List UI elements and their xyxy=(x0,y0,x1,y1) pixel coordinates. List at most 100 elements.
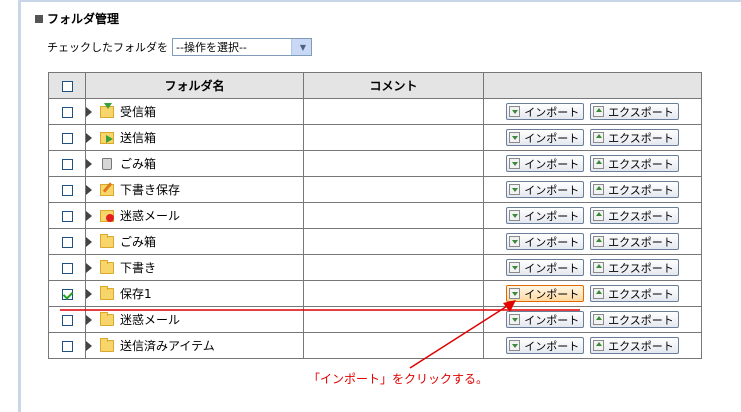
row-checkbox[interactable] xyxy=(61,184,73,196)
row-check-cell xyxy=(48,124,86,151)
folder-name[interactable]: 送信箱 xyxy=(120,129,156,146)
export-button[interactable]: エクスポート xyxy=(590,285,679,302)
folder-icon xyxy=(100,233,114,248)
chevron-down-icon[interactable]: ▼ xyxy=(291,39,311,55)
annotation-text: 「インポート」をクリックする。 xyxy=(308,372,489,386)
expand-triangle-icon[interactable] xyxy=(86,262,92,273)
left-border xyxy=(18,0,21,412)
export-button[interactable]: エクスポート xyxy=(590,337,679,354)
table-row: 迷惑メール インポート エクスポート xyxy=(48,306,702,333)
row-name-cell: 下書き xyxy=(85,254,304,281)
folder-name[interactable]: 下書き xyxy=(120,259,156,276)
folder-name[interactable]: 受信箱 xyxy=(120,103,156,120)
folder-name[interactable]: 迷惑メール xyxy=(120,207,180,224)
import-button[interactable]: インポート xyxy=(506,103,585,120)
import-icon xyxy=(509,210,521,221)
row-checkbox[interactable] xyxy=(61,262,73,274)
expand-triangle-icon[interactable] xyxy=(86,210,92,221)
expand-triangle-icon[interactable] xyxy=(86,340,92,351)
expand-triangle-icon[interactable] xyxy=(86,236,92,247)
export-button[interactable]: エクスポート xyxy=(590,233,679,250)
row-check-cell xyxy=(48,332,86,359)
row-checkbox[interactable] xyxy=(61,314,73,326)
folder-name[interactable]: ごみ箱 xyxy=(120,233,156,250)
expand-triangle-icon[interactable] xyxy=(86,184,92,195)
row-actions-cell: インポート エクスポート xyxy=(483,150,702,177)
import-button-label: インポート xyxy=(524,131,580,145)
import-button[interactable]: インポート xyxy=(506,311,585,328)
row-checkbox[interactable] xyxy=(61,340,73,352)
row-check-cell xyxy=(48,306,86,333)
expand-triangle-icon[interactable] xyxy=(86,132,92,143)
import-icon xyxy=(509,340,521,351)
import-icon xyxy=(509,184,521,195)
row-check-cell xyxy=(48,150,86,177)
import-button[interactable]: インポート xyxy=(506,259,585,276)
title-square-icon xyxy=(35,14,43,23)
trash-icon xyxy=(102,157,112,170)
bulk-action-select-value: --操作を選択-- xyxy=(176,41,247,54)
row-actions-cell: インポート エクスポート xyxy=(483,202,702,229)
bulk-action-label: チェックしたフォルダを xyxy=(47,41,168,54)
select-all-checkbox[interactable] xyxy=(61,80,73,92)
import-button-label: インポート xyxy=(524,105,580,119)
export-button[interactable]: エクスポート xyxy=(590,103,679,120)
export-icon xyxy=(593,314,605,325)
expand-triangle-icon[interactable] xyxy=(86,158,92,169)
row-comment-cell xyxy=(303,98,484,125)
export-button[interactable]: エクスポート xyxy=(590,155,679,172)
expand-triangle-icon[interactable] xyxy=(86,288,92,299)
inbox-icon xyxy=(100,102,114,118)
import-button[interactable]: インポート xyxy=(506,337,585,354)
table-row: ごみ箱 インポート エクスポート xyxy=(48,228,702,255)
import-icon xyxy=(509,158,521,169)
table-row: 迷惑メール インポート エクスポート xyxy=(48,202,702,229)
folder-name[interactable]: 迷惑メール xyxy=(120,311,180,328)
row-name-cell: ごみ箱 xyxy=(85,150,304,177)
export-button-label: エクスポート xyxy=(608,183,674,197)
import-button[interactable]: インポート xyxy=(506,233,585,250)
export-button[interactable]: エクスポート xyxy=(590,311,679,328)
import-button[interactable]: インポート xyxy=(506,285,585,302)
folder-table: フォルダ名 コメント 受信箱 インポート エクスポート 送信箱 インポート エク… xyxy=(48,72,702,359)
folder-name[interactable]: 保存1 xyxy=(120,285,152,302)
export-button-label: エクスポート xyxy=(608,339,674,353)
row-checkbox[interactable] xyxy=(61,106,73,118)
row-check-cell xyxy=(48,202,86,229)
row-name-cell: 保存1 xyxy=(85,280,304,307)
draft-icon xyxy=(100,183,114,196)
row-checkbox[interactable] xyxy=(61,236,73,248)
import-button[interactable]: インポート xyxy=(506,207,585,224)
folder-name[interactable]: ごみ箱 xyxy=(120,155,156,172)
import-button[interactable]: インポート xyxy=(506,129,585,146)
export-button[interactable]: エクスポート xyxy=(590,181,679,198)
export-button[interactable]: エクスポート xyxy=(590,259,679,276)
page-title: フォルダ管理 xyxy=(35,10,119,27)
row-checkbox[interactable] xyxy=(61,210,73,222)
row-actions-cell: インポート エクスポート xyxy=(483,280,702,307)
expand-triangle-icon[interactable] xyxy=(86,106,92,117)
bulk-action-select[interactable]: --操作を選択-- ▼ xyxy=(172,38,312,56)
row-comment-cell xyxy=(303,202,484,229)
header-comment: コメント xyxy=(303,72,484,99)
spam-icon xyxy=(100,209,114,222)
export-button-label: エクスポート xyxy=(608,287,674,301)
row-checkbox[interactable] xyxy=(61,158,73,170)
export-button[interactable]: エクスポート xyxy=(590,129,679,146)
export-button[interactable]: エクスポート xyxy=(590,207,679,224)
import-button[interactable]: インポート xyxy=(506,155,585,172)
expand-triangle-icon[interactable] xyxy=(86,314,92,325)
import-icon xyxy=(509,236,521,247)
folder-name[interactable]: 送信済みアイテム xyxy=(120,337,215,354)
table-row: 下書き保存 インポート エクスポート xyxy=(48,176,702,203)
export-icon xyxy=(593,262,605,273)
export-button-label: エクスポート xyxy=(608,157,674,171)
import-button[interactable]: インポート xyxy=(506,181,585,198)
row-actions-cell: インポート エクスポート xyxy=(483,176,702,203)
row-actions-cell: インポート エクスポート xyxy=(483,254,702,281)
row-check-cell xyxy=(48,98,86,125)
row-checkbox[interactable] xyxy=(61,288,73,300)
row-actions-cell: インポート エクスポート xyxy=(483,306,702,333)
folder-name[interactable]: 下書き保存 xyxy=(120,181,180,198)
row-checkbox[interactable] xyxy=(61,132,73,144)
